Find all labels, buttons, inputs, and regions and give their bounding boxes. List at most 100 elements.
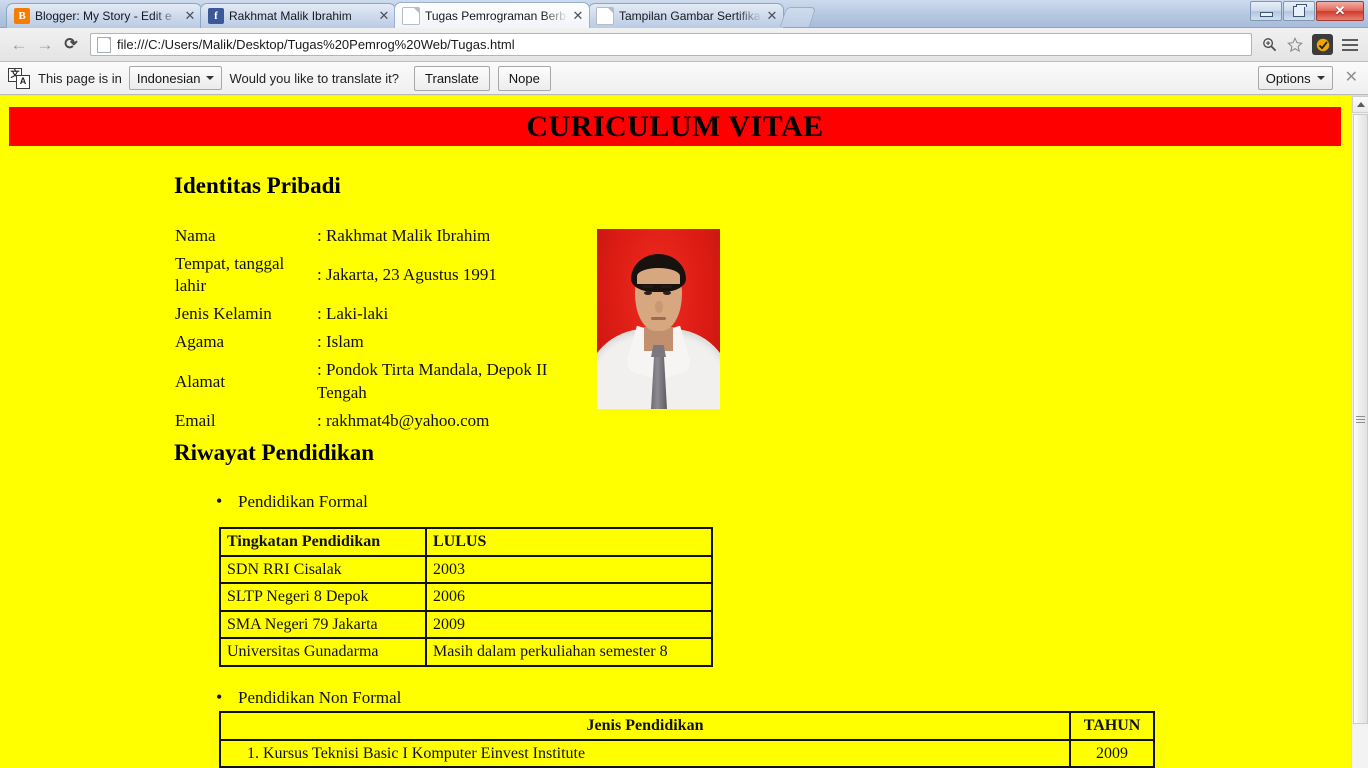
table-row: Email : rakhmat4b@yahoo.com xyxy=(175,407,575,435)
cell-year: 2006 xyxy=(426,583,712,611)
table-row: SMA Negeri 79 Jakarta 2009 xyxy=(220,610,712,639)
tab-close-icon[interactable]: ✕ xyxy=(183,9,197,23)
table-row: Agama : Islam xyxy=(175,328,575,356)
forward-button[interactable]: → xyxy=(32,32,58,58)
identity-table: Nama : Rakhmat Malik Ibrahim Tempat, tan… xyxy=(175,222,575,435)
scrollbar-thumb[interactable] xyxy=(1353,114,1368,724)
back-button[interactable]: ← xyxy=(6,32,32,58)
document-icon xyxy=(402,6,420,25)
translate-icon: 文 A xyxy=(8,67,30,89)
browser-tab-blogger[interactable]: B Blogger: My Story - Edit e ✕ xyxy=(6,3,202,28)
minimize-icon xyxy=(1259,11,1273,17)
table-row: Nama : Rakhmat Malik Ibrahim xyxy=(175,222,575,250)
cell-year: 2009 xyxy=(426,610,712,639)
list-item-pendidikan-non-formal: Pendidikan Non Formal xyxy=(216,687,401,708)
restore-icon xyxy=(1293,3,1307,17)
page-title: CURICULUM VITAE xyxy=(526,109,824,143)
browser-window: B Blogger: My Story - Edit e ✕ f Rakhmat… xyxy=(0,0,1368,768)
translate-prefix-text: This page is in xyxy=(38,70,122,86)
identity-value-jenis-kelamin: : Laki-laki xyxy=(317,304,389,324)
cell-school: Universitas Gunadarma xyxy=(220,638,426,666)
scroll-up-button[interactable] xyxy=(1352,96,1368,113)
translate-infobar: 文 A This page is in Indonesian Would you… xyxy=(0,62,1368,95)
new-tab-button[interactable] xyxy=(779,7,817,27)
identity-value-tempat-tanggal-lahir: : Jakarta, 23 Agustus 1991 xyxy=(317,265,497,285)
restore-button[interactable] xyxy=(1283,1,1315,21)
table-header-row: Jenis Pendidikan TAHUN xyxy=(220,712,1154,740)
browser-tab-tampilan-gambar[interactable]: Tampilan Gambar Sertifika ✕ xyxy=(588,3,784,28)
language-select-value: Indonesian xyxy=(136,70,201,86)
section-heading-riwayat: Riwayat Pendidikan xyxy=(174,440,375,465)
close-icon: ✕ xyxy=(1334,3,1346,18)
cell-course-year: 2009 xyxy=(1070,739,1154,768)
photo-tie-knot xyxy=(651,345,666,357)
translate-options-label: Options xyxy=(1265,70,1311,86)
photo-nose xyxy=(655,301,663,313)
tab-title: Tugas Pemrograman Berb xyxy=(425,8,566,23)
tab-title: Blogger: My Story - Edit e xyxy=(35,9,172,23)
tab-close-icon[interactable]: ✕ xyxy=(765,9,779,23)
tab-close-icon[interactable]: ✕ xyxy=(377,9,391,23)
page-viewport: CURICULUM VITAE Identitas Pribadi Nama :… xyxy=(0,96,1368,768)
close-window-button[interactable]: ✕ xyxy=(1316,1,1364,21)
browser-tab-tugas-pemrograman[interactable]: Tugas Pemrograman Berb ✕ xyxy=(394,2,590,28)
identity-value-alamat: : Pondok Tirta Mandala, Depok II Tengah xyxy=(317,360,548,402)
identity-label-agama: Agama xyxy=(175,332,225,352)
tab-title: Tampilan Gambar Sertifika xyxy=(619,9,761,23)
zoom-icon-svg xyxy=(1262,38,1276,52)
nope-button[interactable]: Nope xyxy=(497,65,551,91)
chevron-down-icon xyxy=(206,76,215,80)
address-bar[interactable]: file:///C:/Users/Malik/Desktop/Tugas%20P… xyxy=(90,33,1252,56)
minimize-button[interactable] xyxy=(1250,1,1282,21)
zoom-icon[interactable] xyxy=(1257,32,1281,58)
blogger-icon: B xyxy=(14,8,30,24)
tab-close-icon[interactable]: ✕ xyxy=(571,9,585,23)
column-header-jenis-pendidikan: Jenis Pendidikan xyxy=(220,712,1070,740)
column-header-tingkatan: Tingkatan Pendidikan xyxy=(220,528,426,556)
language-select[interactable]: Indonesian xyxy=(128,66,223,90)
browser-menu-button[interactable] xyxy=(1338,32,1362,58)
page-document-icon xyxy=(97,36,111,53)
identity-label-alamat: Alamat xyxy=(175,371,226,391)
infobar-close-icon[interactable]: ✕ xyxy=(1345,70,1358,86)
photo-eyebrow-left xyxy=(642,285,653,288)
photo-eye-right xyxy=(663,291,671,295)
nonformal-education-table: Jenis Pendidikan TAHUN 1. Kursus Teknisi… xyxy=(219,711,1155,768)
extension-icon[interactable] xyxy=(1312,34,1333,55)
cell-course-name: 1. Kursus Teknisi Basic I Komputer Einve… xyxy=(220,739,1070,768)
translate-question-text: Would you like to translate it? xyxy=(229,70,400,86)
extension-icon-svg xyxy=(1316,38,1329,51)
scrollbar-grip-icon xyxy=(1356,415,1365,423)
translate-options-button[interactable]: Options xyxy=(1257,66,1333,90)
bookmark-star-icon[interactable] xyxy=(1283,32,1307,58)
table-row: SLTP Negeri 8 Depok 2006 xyxy=(220,583,712,611)
browser-tab-facebook[interactable]: f Rakhmat Malik Ibrahim ✕ xyxy=(200,3,396,28)
scrollbar-track[interactable] xyxy=(1353,114,1368,768)
star-icon-svg xyxy=(1287,36,1303,52)
table-row: 1. Kursus Teknisi Basic I Komputer Einve… xyxy=(220,739,1154,768)
identity-label-jenis-kelamin: Jenis Kelamin xyxy=(175,304,272,324)
translate-button[interactable]: Translate xyxy=(414,65,490,91)
document-icon xyxy=(596,7,614,25)
table-row: SDN RRI Cisalak 2003 xyxy=(220,555,712,584)
chevron-up-icon xyxy=(1356,102,1365,107)
cell-school: SLTP Negeri 8 Depok xyxy=(220,583,426,611)
window-controls: ✕ xyxy=(1250,1,1364,21)
reload-button[interactable]: ⟳ xyxy=(58,32,84,58)
tab-title: Rakhmat Malik Ibrahim xyxy=(229,9,352,23)
cell-year: Masih dalam perkuliahan semester 8 xyxy=(426,638,712,666)
cell-school: SDN RRI Cisalak xyxy=(220,555,426,584)
address-bar-url: file:///C:/Users/Malik/Desktop/Tugas%20P… xyxy=(117,37,515,52)
table-row: Alamat : Pondok Tirta Mandala, Depok II … xyxy=(175,356,575,406)
cell-year: 2003 xyxy=(426,555,712,584)
table-header-row: Tingkatan Pendidikan LULUS xyxy=(220,528,712,556)
column-header-tahun: TAHUN xyxy=(1070,712,1154,740)
table-row: Universitas Gunadarma Masih dalam perkul… xyxy=(220,638,712,666)
toolbar-right-icons xyxy=(1257,32,1362,58)
section-heading-identitas: Identitas Pribadi xyxy=(174,173,341,198)
vertical-scrollbar[interactable] xyxy=(1351,96,1368,768)
cv-banner: CURICULUM VITAE xyxy=(9,107,1341,146)
portrait-photo xyxy=(597,229,720,409)
identity-value-email: : rakhmat4b@yahoo.com xyxy=(317,410,490,430)
identity-label-tempat-tanggal-lahir: Tempat, tanggal lahir xyxy=(175,254,285,296)
